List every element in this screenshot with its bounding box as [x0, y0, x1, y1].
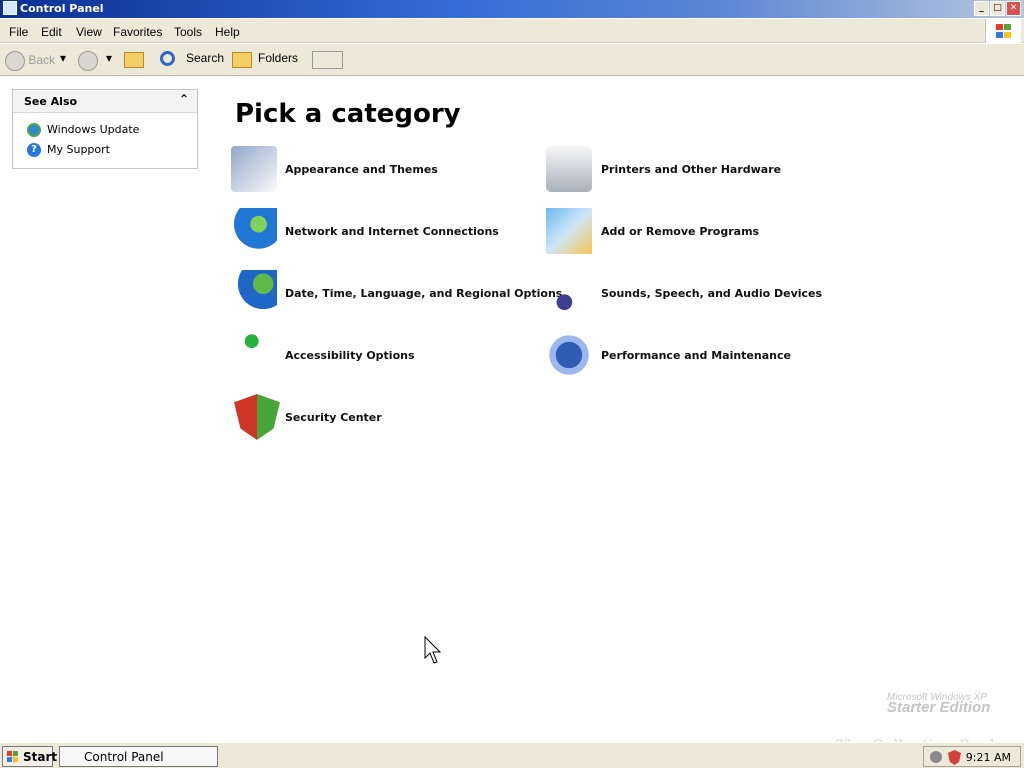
category-performance[interactable]: Performance and Maintenance — [601, 349, 791, 362]
help-icon: ? — [27, 143, 41, 157]
category-date-time[interactable]: Date, Time, Language, and Regional Optio… — [285, 287, 562, 300]
appearance-themes-icon — [231, 146, 277, 192]
category-security-center[interactable]: Security Center — [285, 411, 382, 424]
forward-dropdown-button[interactable]: ▾ — [106, 51, 112, 65]
network-icon — [231, 208, 277, 254]
security-shield-icon — [234, 394, 280, 440]
window-title-bar[interactable]: Control Panel _ □ ✕ — [0, 0, 1024, 18]
clock[interactable]: 9:21 AM — [966, 751, 1011, 764]
back-arrow-icon — [5, 51, 25, 71]
windows-logo-icon — [985, 19, 1021, 43]
accessibility-icon — [231, 332, 277, 378]
minimize-button[interactable]: _ — [974, 1, 989, 16]
up-folder-icon — [124, 52, 144, 68]
menu-bar: File Edit View Favorites Tools Help — [0, 19, 1024, 43]
category-appearance-themes[interactable]: Appearance and Themes — [285, 163, 438, 176]
printer-icon — [546, 146, 592, 192]
views-button[interactable] — [312, 51, 343, 69]
control-panel-icon — [3, 1, 17, 15]
category-add-remove-programs[interactable]: Add or Remove Programs — [601, 225, 759, 238]
back-button[interactable]: Back — [5, 51, 55, 71]
my-support-link[interactable]: My Support — [47, 143, 110, 156]
page-title: Pick a category — [235, 99, 461, 129]
taskbar: Start Control Panel 9:21 AM — [0, 742, 1024, 768]
menu-tools[interactable]: Tools — [174, 25, 202, 39]
network-tray-icon[interactable] — [930, 751, 942, 763]
folders-button[interactable]: Folders — [232, 51, 298, 68]
start-button[interactable]: Start — [2, 746, 57, 767]
menu-view[interactable]: View — [76, 25, 102, 39]
menu-favorites[interactable]: Favorites — [113, 25, 162, 39]
folders-icon — [232, 52, 252, 68]
see-also-header[interactable]: See Also ⌃ — [13, 90, 197, 113]
see-also-panel: See Also ⌃ Windows Update ? My Support — [12, 89, 198, 169]
mouse-cursor-icon — [424, 636, 441, 664]
forward-button[interactable] — [78, 51, 98, 71]
collapse-icon[interactable]: ⌃ — [179, 92, 189, 106]
window-title: Control Panel — [20, 2, 104, 15]
forward-arrow-icon — [78, 51, 98, 71]
system-tray: 9:21 AM — [923, 746, 1021, 767]
back-dropdown-button[interactable]: ▾ — [60, 51, 66, 65]
up-folder-button[interactable] — [124, 51, 146, 73]
security-alert-icon[interactable] — [948, 750, 961, 765]
search-icon — [160, 51, 175, 66]
add-remove-programs-icon — [546, 208, 592, 254]
category-accessibility[interactable]: Accessibility Options — [285, 349, 415, 362]
restore-button[interactable]: □ — [990, 1, 1005, 16]
windows-update-link[interactable]: Windows Update — [47, 123, 139, 136]
date-time-icon — [231, 270, 277, 316]
windows-xp-starter-edition-watermark: Microsoft Windows XP Starter Edition — [887, 692, 991, 716]
close-button[interactable]: ✕ — [1006, 1, 1021, 16]
menu-help[interactable]: Help — [215, 25, 240, 39]
menu-edit[interactable]: Edit — [41, 25, 62, 39]
taskbar-control-panel-button[interactable]: Control Panel — [59, 746, 218, 767]
search-button[interactable]: Search — [160, 51, 224, 66]
menu-file[interactable]: File — [9, 25, 28, 39]
category-network[interactable]: Network and Internet Connections — [285, 225, 499, 238]
toolbar: Back ▾ ▾ Search Folders — [0, 44, 1024, 76]
sound-icon — [546, 270, 592, 316]
windows-update-icon — [27, 123, 41, 137]
category-sound-audio[interactable]: Sounds, Speech, and Audio Devices — [601, 287, 822, 300]
category-printers-hardware[interactable]: Printers and Other Hardware — [601, 163, 781, 176]
performance-icon — [546, 332, 592, 378]
